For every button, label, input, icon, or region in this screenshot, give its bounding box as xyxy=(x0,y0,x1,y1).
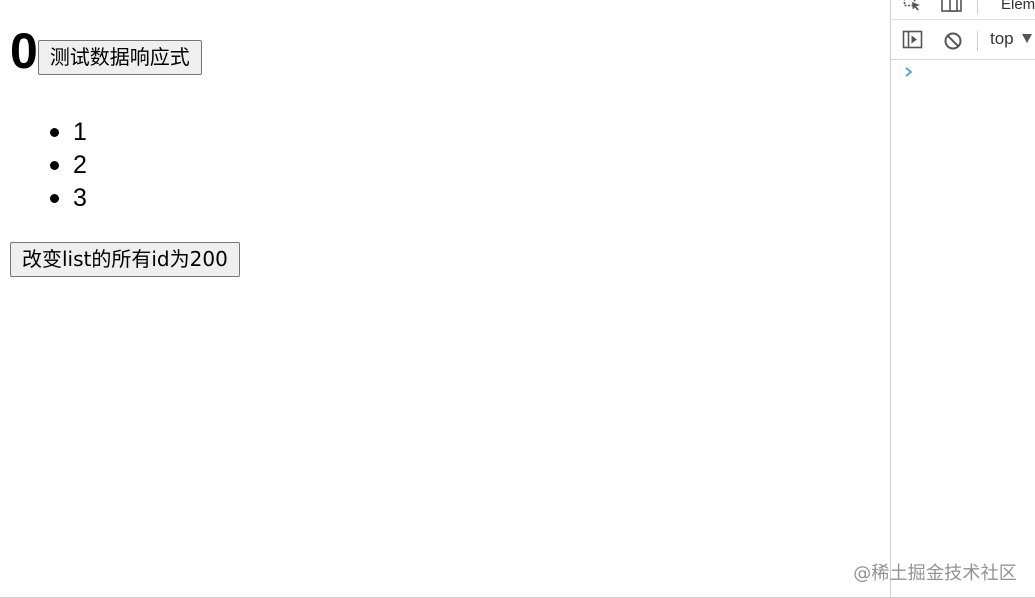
test-reactive-button[interactable]: 测试数据响应式 xyxy=(37,40,202,75)
bullet-icon xyxy=(50,161,59,170)
list-item-label: 3 xyxy=(73,184,87,212)
change-ids-button[interactable]: 改变list的所有id为200 xyxy=(10,242,240,277)
toolbar-divider xyxy=(977,31,978,51)
clear-console-icon[interactable] xyxy=(942,30,964,52)
device-toolbar-icon[interactable] xyxy=(941,0,963,14)
devtools-panel: Elem top xyxy=(890,0,1035,598)
list-item: 1 xyxy=(50,116,87,149)
devtools-top-toolbar: Elem xyxy=(891,0,1035,20)
counter-row: 0 测试数据响应式 xyxy=(10,26,202,76)
bullet-icon xyxy=(50,128,59,137)
browser-page: 0 测试数据响应式 1 2 3 改变list的所有id为200 Elem top… xyxy=(0,0,1035,598)
chevron-down-icon[interactable] xyxy=(1022,34,1032,43)
sidebar-toggle-icon[interactable] xyxy=(902,30,924,50)
tab-elements[interactable]: Elem xyxy=(1001,0,1035,13)
watermark: @稀土掘金技术社区 xyxy=(853,563,1017,584)
context-selector[interactable]: top xyxy=(990,29,1014,49)
inspect-element-icon[interactable] xyxy=(903,0,923,12)
toolbar-divider xyxy=(977,0,978,14)
list-item: 3 xyxy=(50,182,87,215)
item-list: 1 2 3 xyxy=(50,116,87,215)
list-item-label: 2 xyxy=(73,151,87,179)
counter-value: 0 xyxy=(10,23,38,79)
list-item: 2 xyxy=(50,149,87,182)
bullet-icon xyxy=(50,194,59,203)
console-toolbar: top xyxy=(891,20,1035,60)
list-item-label: 1 xyxy=(73,118,87,146)
app-content: 0 测试数据响应式 1 2 3 改变list的所有id为200 xyxy=(0,0,890,598)
console-prompt-icon[interactable] xyxy=(903,63,915,81)
